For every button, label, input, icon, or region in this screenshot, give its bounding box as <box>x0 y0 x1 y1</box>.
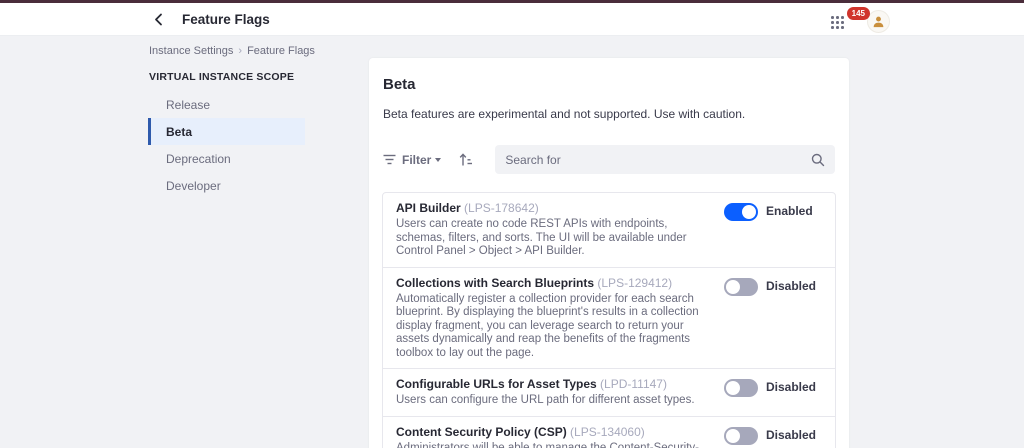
sidebar-item-developer[interactable]: Developer <box>148 172 305 199</box>
caret-down-icon <box>435 158 442 162</box>
feature-title: Configurable URLs for Asset Types (LPD-1… <box>396 377 712 392</box>
feature-toggle-wrap: Enabled <box>724 201 827 259</box>
feature-text: Content Security Policy (CSP) (LPS-13406… <box>396 425 724 448</box>
feature-title: API Builder (LPS-178642) <box>396 201 712 216</box>
feature-row: Content Security Policy (CSP) (LPS-13406… <box>383 417 835 448</box>
chevron-left-icon <box>154 13 162 25</box>
feature-toggle[interactable] <box>724 426 758 445</box>
feature-toggle-label: Disabled <box>766 278 817 293</box>
breadcrumb: Instance Settings › Feature Flags <box>148 42 315 67</box>
feature-name: Content Security Policy (CSP) <box>396 424 567 439</box>
feature-toggle-label: Enabled <box>766 204 813 218</box>
feature-toggle[interactable] <box>724 203 758 221</box>
feature-text: API Builder (LPS-178642) Users can creat… <box>396 201 724 259</box>
toggle-knob <box>726 381 740 395</box>
feature-toggle-wrap: Disabled <box>724 425 827 448</box>
feature-toggle-label: Disabled <box>766 427 817 442</box>
filter-icon <box>383 154 396 165</box>
feature-toggle[interactable] <box>724 379 758 397</box>
breadcrumb-separator: › <box>238 45 243 57</box>
user-avatar[interactable] <box>867 10 890 33</box>
search-button[interactable] <box>811 153 825 167</box>
feature-row: Collections with Search Blueprints (LPS-… <box>383 268 835 369</box>
search-box <box>495 145 835 174</box>
sidebar: Instance Settings › Feature Flags VIRTUAL … <box>148 42 315 199</box>
sort-order-button[interactable] <box>459 152 473 167</box>
breadcrumb-feature-flags[interactable]: Feature Flags <box>247 45 315 57</box>
sidebar-item-label: Beta <box>166 124 193 139</box>
feature-description: Users can configure the URL path for dif… <box>396 394 695 406</box>
feature-toggle[interactable] <box>724 277 758 296</box>
feature-row: Configurable URLs for Asset Types (LPD-1… <box>383 369 835 417</box>
toggle-knob <box>742 205 756 219</box>
filter-label: Filter <box>402 152 432 167</box>
user-icon <box>873 16 884 28</box>
feature-text: Configurable URLs for Asset Types (LPD-1… <box>396 377 724 408</box>
sidebar-item-label: Deprecation <box>166 151 231 166</box>
sort-order-icon <box>460 152 473 165</box>
feature-name: Configurable URLs for Asset Types <box>396 377 597 391</box>
feature-toggle-label: Disabled <box>766 380 817 394</box>
sidebar-item-label: Developer <box>166 178 221 193</box>
beta-panel: Beta Beta features are experimental and … <box>369 58 849 448</box>
page-title: Feature Flags <box>182 11 270 27</box>
panel-subtitle: Beta features are experimental and not s… <box>383 107 746 121</box>
toggle-knob <box>726 428 740 443</box>
sidebar-heading: VIRTUAL INSTANCE SCOPE <box>149 71 295 83</box>
notification-badge[interactable]: 145 <box>846 7 870 20</box>
feature-toggle-wrap: Disabled <box>724 276 827 361</box>
breadcrumb-instance-settings[interactable]: Instance Settings <box>149 45 233 57</box>
app-header: Feature Flags 145 <box>0 3 1024 36</box>
sidebar-item-release[interactable]: Release <box>148 91 305 118</box>
feature-code: (LPD-11147) <box>600 377 667 391</box>
feature-name: Collections with Search Blueprints <box>396 275 595 290</box>
feature-list: API Builder (LPS-178642) Users can creat… <box>382 192 836 448</box>
feature-title: Collections with Search Blueprints (LPS-… <box>396 276 712 291</box>
sidebar-item-label: Release <box>166 97 211 112</box>
feature-description: Administrators will be able to manage th… <box>396 441 699 448</box>
feature-code: (LPS-129412) <box>597 275 673 290</box>
feature-code: (LPS-134060) <box>570 424 645 439</box>
sidebar-item-list: Release Beta Deprecation Developer <box>148 91 305 199</box>
management-toolbar: Filter <box>383 145 835 174</box>
feature-row: API Builder (LPS-178642) Users can creat… <box>383 193 835 268</box>
filter-dropdown[interactable]: Filter <box>383 152 442 167</box>
feature-text: Collections with Search Blueprints (LPS-… <box>396 276 724 361</box>
content-area: Instance Settings › Feature Flags VIRTUAL … <box>0 36 1024 448</box>
feature-toggle-wrap: Disabled <box>724 377 827 408</box>
feature-description: Automatically register a collection prov… <box>396 292 699 359</box>
search-icon <box>811 153 825 166</box>
apps-grid-icon[interactable] <box>831 16 844 29</box>
back-button[interactable] <box>148 9 168 29</box>
feature-title: Content Security Policy (CSP) (LPS-13406… <box>396 425 712 440</box>
feature-description: Users can create no code REST APIs with … <box>396 218 687 257</box>
search-input[interactable] <box>505 152 811 167</box>
feature-code: (LPS-178642) <box>464 201 539 215</box>
panel-title: Beta <box>383 76 416 93</box>
toggle-knob <box>726 279 740 294</box>
feature-name: API Builder <box>396 201 461 215</box>
sidebar-item-deprecation[interactable]: Deprecation <box>148 145 305 172</box>
sidebar-item-beta[interactable]: Beta <box>148 118 305 145</box>
